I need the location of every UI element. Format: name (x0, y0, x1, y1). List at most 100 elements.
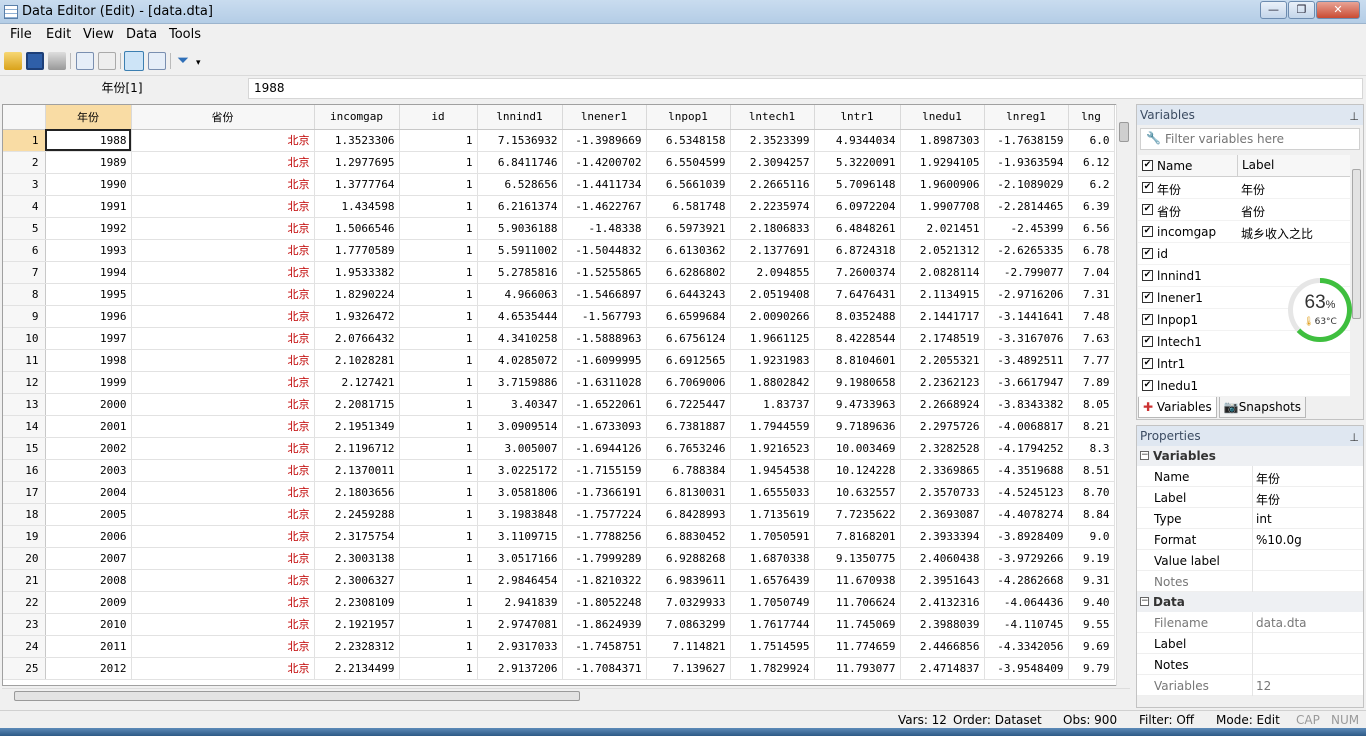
table-cell[interactable]: 北京 (131, 613, 315, 636)
table-cell[interactable]: 6.39 (1068, 195, 1115, 218)
label-column-header[interactable]: Label (1237, 155, 1274, 176)
table-cell[interactable]: -4.3519688 (984, 459, 1069, 482)
save-icon[interactable] (26, 52, 44, 70)
table-cell[interactable]: 1.9454538 (730, 459, 815, 482)
table-cell[interactable]: 北京 (131, 239, 315, 262)
table-cell[interactable]: 2.3951643 (900, 569, 985, 592)
table-cell[interactable]: 4.966063 (477, 283, 563, 306)
table-cell[interactable]: 2.1951349 (314, 415, 400, 438)
table-cell[interactable]: 2000 (45, 393, 132, 416)
table-cell[interactable]: 6.56 (1068, 217, 1115, 240)
variable-row[interactable]: ✔ lntr1 (1138, 353, 1350, 375)
copy-icon[interactable] (76, 52, 94, 70)
table-cell[interactable]: 2001 (45, 415, 132, 438)
table-cell[interactable]: -3.8928409 (984, 525, 1069, 548)
table-cell[interactable]: -1.7155159 (562, 459, 647, 482)
table-cell[interactable]: -1.567793 (562, 305, 647, 328)
variable-checkbox[interactable]: ✔ (1142, 314, 1153, 325)
table-cell[interactable]: 2.0521312 (900, 239, 985, 262)
table-cell[interactable]: 3.0225172 (477, 459, 563, 482)
table-cell[interactable]: 2.1803656 (314, 481, 400, 504)
table-cell[interactable]: 1995 (45, 283, 132, 306)
table-cell[interactable]: 北京 (131, 635, 315, 658)
table-cell[interactable]: 2.2665116 (730, 173, 815, 196)
variable-checkbox[interactable]: ✔ (1142, 182, 1153, 193)
table-cell[interactable]: 2.9317033 (477, 635, 563, 658)
table-cell[interactable]: 3.7159886 (477, 371, 563, 394)
table-cell[interactable]: 2.0766432 (314, 327, 400, 350)
variables-scrollbar[interactable] (1350, 155, 1363, 395)
table-cell[interactable]: 1.7944559 (730, 415, 815, 438)
table-cell[interactable]: -3.4892511 (984, 349, 1069, 372)
table-cell[interactable]: 北京 (131, 525, 315, 548)
table-cell[interactable]: -4.0068817 (984, 415, 1069, 438)
row-number[interactable]: 5 (3, 217, 46, 240)
table-cell[interactable]: 6.7069006 (646, 371, 731, 394)
table-cell[interactable]: 1 (399, 591, 478, 614)
column-header[interactable]: lnpop1 (646, 105, 731, 130)
table-cell[interactable]: 2.3175754 (314, 525, 400, 548)
table-cell[interactable]: -1.5255865 (562, 261, 647, 284)
table-cell[interactable]: 6.12 (1068, 151, 1115, 174)
table-cell[interactable]: 1 (399, 547, 478, 570)
table-cell[interactable]: 10.003469 (814, 437, 901, 460)
variable-filter[interactable]: 🔧 (1140, 128, 1360, 150)
table-cell[interactable]: 1 (399, 525, 478, 548)
table-cell[interactable]: 2.021451 (900, 217, 985, 240)
table-cell[interactable]: 2008 (45, 569, 132, 592)
table-cell[interactable]: 6.788384 (646, 459, 731, 482)
table-cell[interactable]: -1.7638159 (984, 129, 1069, 152)
table-cell[interactable]: 4.9344034 (814, 129, 901, 152)
table-cell[interactable]: -4.1794252 (984, 437, 1069, 460)
table-cell[interactable]: 11.774659 (814, 635, 901, 658)
filter-icon[interactable]: ⏷ (177, 52, 195, 70)
table-cell[interactable]: 2.2235974 (730, 195, 815, 218)
row-number[interactable]: 14 (3, 415, 46, 438)
pin-icon[interactable]: ⊥ (1349, 428, 1359, 448)
open-icon[interactable] (4, 52, 22, 70)
variable-checkbox[interactable]: ✔ (1142, 380, 1153, 391)
maximize-button[interactable]: ❐ (1288, 1, 1315, 19)
table-cell[interactable]: 1.9600906 (900, 173, 985, 196)
table-cell[interactable]: 6.6130362 (646, 239, 731, 262)
table-cell[interactable]: 1 (399, 349, 478, 372)
table-cell[interactable]: 6.6599684 (646, 305, 731, 328)
column-header[interactable]: lntech1 (730, 105, 815, 130)
table-cell[interactable]: 6.4848261 (814, 217, 901, 240)
variable-checkbox[interactable]: ✔ (1142, 336, 1153, 347)
table-cell[interactable]: 1 (399, 459, 478, 482)
table-cell[interactable]: 6.6443243 (646, 283, 731, 306)
column-header[interactable]: lnreg1 (984, 105, 1069, 130)
table-cell[interactable]: -1.4622767 (562, 195, 647, 218)
table-cell[interactable]: 2.1377691 (730, 239, 815, 262)
table-cell[interactable]: 6.78 (1068, 239, 1115, 262)
table-cell[interactable]: 7.0863299 (646, 613, 731, 636)
table-cell[interactable]: 7.04 (1068, 261, 1115, 284)
table-cell[interactable]: 1.2977695 (314, 151, 400, 174)
row-number[interactable]: 19 (3, 525, 46, 548)
table-cell[interactable]: 北京 (131, 261, 315, 284)
table-cell[interactable]: 2.3094257 (730, 151, 815, 174)
table-cell[interactable]: 2.3006327 (314, 569, 400, 592)
table-cell[interactable]: 9.40 (1068, 591, 1115, 614)
row-number[interactable]: 7 (3, 261, 46, 284)
table-cell[interactable]: 1996 (45, 305, 132, 328)
table-cell[interactable]: 1.3777764 (314, 173, 400, 196)
table-cell[interactable]: 9.69 (1068, 635, 1115, 658)
table-cell[interactable]: 2.2308109 (314, 591, 400, 614)
table-cell[interactable]: 1992 (45, 217, 132, 240)
table-cell[interactable]: 6.8411746 (477, 151, 563, 174)
table-cell[interactable]: 5.2785816 (477, 261, 563, 284)
paste-icon[interactable] (98, 52, 116, 70)
table-cell[interactable]: -1.4200702 (562, 151, 647, 174)
table-cell[interactable]: 7.139627 (646, 657, 731, 680)
column-header[interactable]: incomgap (314, 105, 400, 130)
table-cell[interactable]: 1 (399, 635, 478, 658)
table-cell[interactable]: -1.7788256 (562, 525, 647, 548)
property-row[interactable]: Notes (1137, 654, 1363, 675)
property-row[interactable]: Name 年份 (1137, 466, 1363, 487)
table-cell[interactable]: 2009 (45, 591, 132, 614)
table-cell[interactable]: -3.8343382 (984, 393, 1069, 416)
table-cell[interactable]: 1 (399, 503, 478, 526)
grid-horizontal-scrollbar[interactable] (2, 688, 1130, 702)
